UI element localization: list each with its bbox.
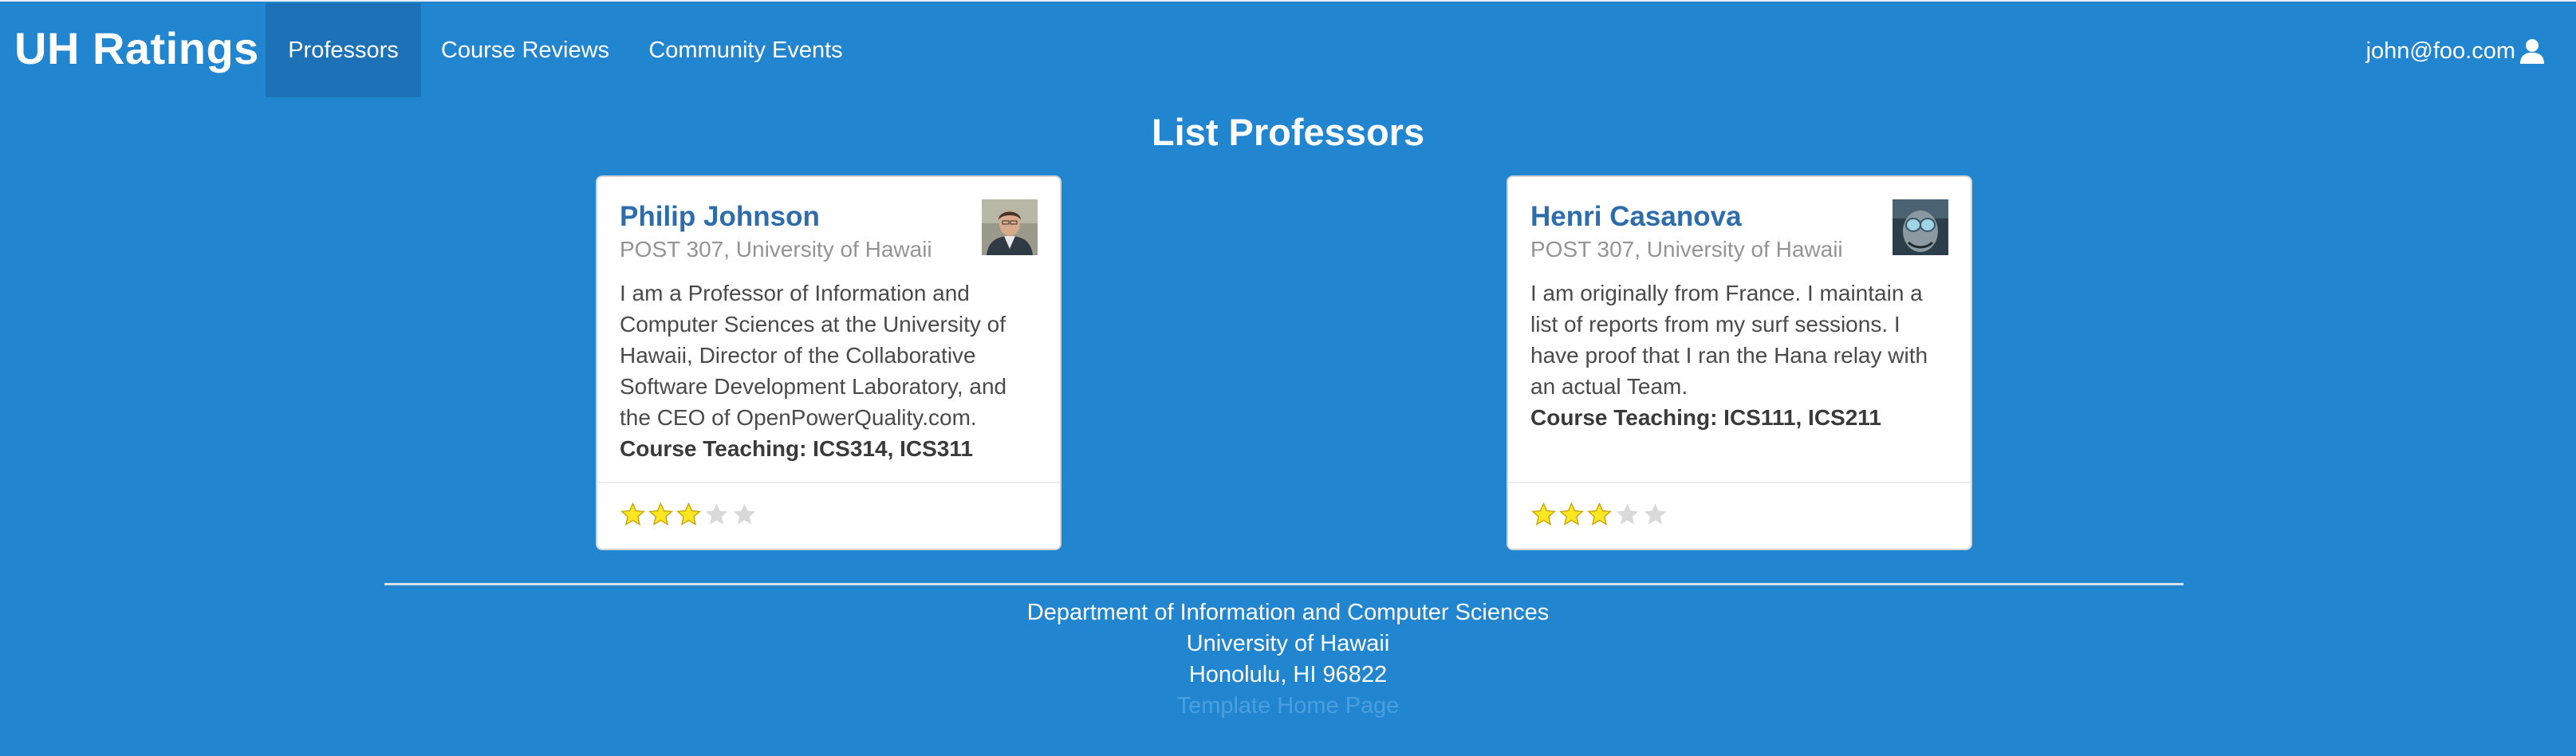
star-empty-icon[interactable]	[703, 502, 730, 528]
professor-name[interactable]: Henri Casanova	[1530, 199, 1948, 234]
star-empty-icon[interactable]	[1614, 502, 1641, 528]
professor-office: POST 307, University of Hawaii	[620, 237, 932, 262]
star-empty-icon[interactable]	[731, 502, 758, 528]
page-title: List Professors	[1151, 111, 1425, 153]
footer: Department of Information and Computer S…	[0, 597, 2576, 722]
nav-item-course-reviews[interactable]: Course Reviews	[423, 3, 628, 97]
professor-description: I am originally from France. I maintain …	[1530, 278, 1945, 433]
footer-university: University of Hawaii	[1186, 631, 1390, 656]
card-content: Henri Casanova POST 307, University of H…	[1508, 177, 1971, 482]
star-filled-icon[interactable]	[620, 502, 646, 528]
star-rating[interactable]	[620, 502, 759, 532]
user-icon	[2519, 37, 2546, 65]
professor-office: POST 307, University of Hawaii	[1530, 237, 1843, 262]
card-content: Philip Johnson POST 307, University of H…	[597, 177, 1060, 482]
footer-department: Department of Information and Computer S…	[1026, 600, 1550, 625]
user-menu[interactable]: john@foo.com	[2366, 33, 2546, 69]
nav-item-community-events[interactable]: Community Events	[630, 3, 861, 97]
description-text: I am originally from France. I maintain …	[1530, 281, 1928, 399]
star-filled-icon[interactable]	[1558, 502, 1585, 528]
professor-name[interactable]: Philip Johnson	[620, 199, 1038, 234]
footer-home-link[interactable]: Template Home Page	[0, 691, 2576, 722]
footer-divider	[384, 583, 2184, 585]
professor-avatar	[982, 199, 1038, 255]
rating-row	[597, 482, 1060, 549]
professor-card: Henri Casanova POST 307, University of H…	[1507, 175, 1972, 550]
top-navbar: UH Ratings Professors Course Reviews Com…	[0, 3, 2576, 97]
star-filled-icon[interactable]	[1586, 502, 1613, 528]
professor-card: Philip Johnson POST 307, University of H…	[596, 175, 1062, 550]
star-rating[interactable]	[1530, 502, 1670, 532]
brand-logo[interactable]: UH Ratings	[14, 21, 259, 77]
user-email: john@foo.com	[2365, 37, 2515, 64]
course-teaching: Course Teaching: ICS111, ICS211	[1530, 405, 1881, 430]
star-empty-icon[interactable]	[1642, 502, 1668, 528]
professor-avatar	[1893, 199, 1948, 255]
footer-address: Honolulu, HI 96822	[1188, 662, 1388, 687]
description-text: I am a Professor of Information and Comp…	[620, 281, 1007, 430]
star-filled-icon[interactable]	[676, 502, 702, 528]
star-filled-icon[interactable]	[1530, 502, 1557, 528]
course-teaching: Course Teaching: ICS314, ICS311	[620, 436, 973, 461]
rating-row	[1508, 482, 1971, 549]
professor-description: I am a Professor of Information and Comp…	[620, 278, 1034, 464]
star-filled-icon[interactable]	[648, 502, 674, 528]
nav-item-professors[interactable]: Professors	[266, 3, 421, 97]
